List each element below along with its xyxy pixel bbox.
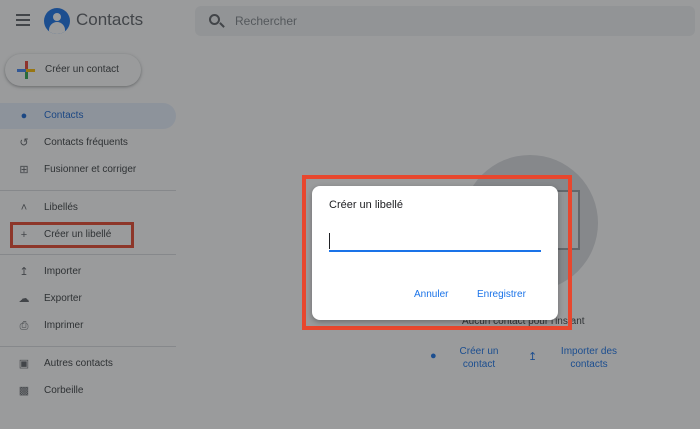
text-caret xyxy=(329,233,330,249)
create-label-dialog: Créer un libellé Annuler Enregistrer xyxy=(312,186,558,320)
label-name-input[interactable] xyxy=(329,230,541,252)
cancel-button[interactable]: Annuler xyxy=(410,285,452,304)
save-button[interactable]: Enregistrer xyxy=(473,285,530,304)
dialog-title: Créer un libellé xyxy=(329,199,403,211)
